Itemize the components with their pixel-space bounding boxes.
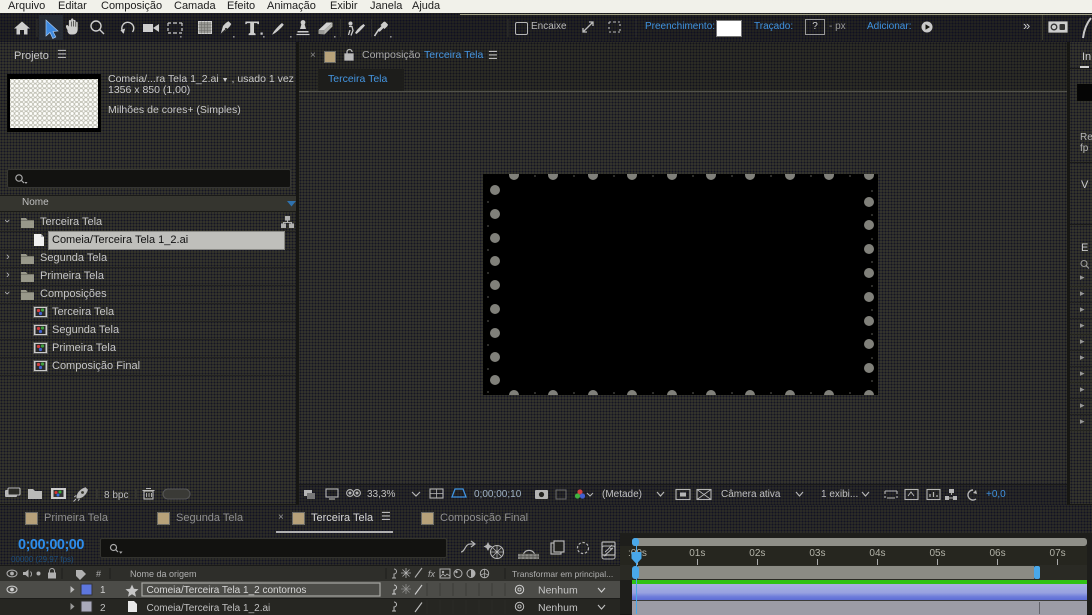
svg-text:Comeia/Terceira Tela 1_2.ai: Comeia/Terceira Tela 1_2.ai: [147, 603, 271, 614]
svg-text:8 bpc: 8 bpc: [104, 490, 128, 501]
svg-text:1: 1: [100, 585, 106, 596]
svg-text:#: #: [96, 569, 101, 579]
svg-text:Nenhum: Nenhum: [538, 602, 578, 614]
svg-text:Transformar em principal...: Transformar em principal...: [512, 569, 613, 579]
svg-text:Nome da origem: Nome da origem: [130, 569, 197, 579]
svg-text:2: 2: [100, 603, 106, 614]
svg-text:33,3%: 33,3%: [367, 489, 395, 500]
svg-text:0;00;00;10: 0;00;00;10: [474, 489, 522, 500]
svg-text:+0,0: +0,0: [986, 489, 1006, 500]
svg-text:Comeia/Terceira Tela 1_2 conto: Comeia/Terceira Tela 1_2 contornos: [147, 585, 307, 596]
svg-text:(Metade): (Metade): [602, 489, 642, 500]
svg-text:Nenhum: Nenhum: [538, 585, 578, 597]
svg-text:Câmera ativa: Câmera ativa: [721, 489, 781, 500]
svg-text:1 exibi...: 1 exibi...: [821, 489, 858, 500]
svg-text:fx: fx: [428, 569, 436, 579]
